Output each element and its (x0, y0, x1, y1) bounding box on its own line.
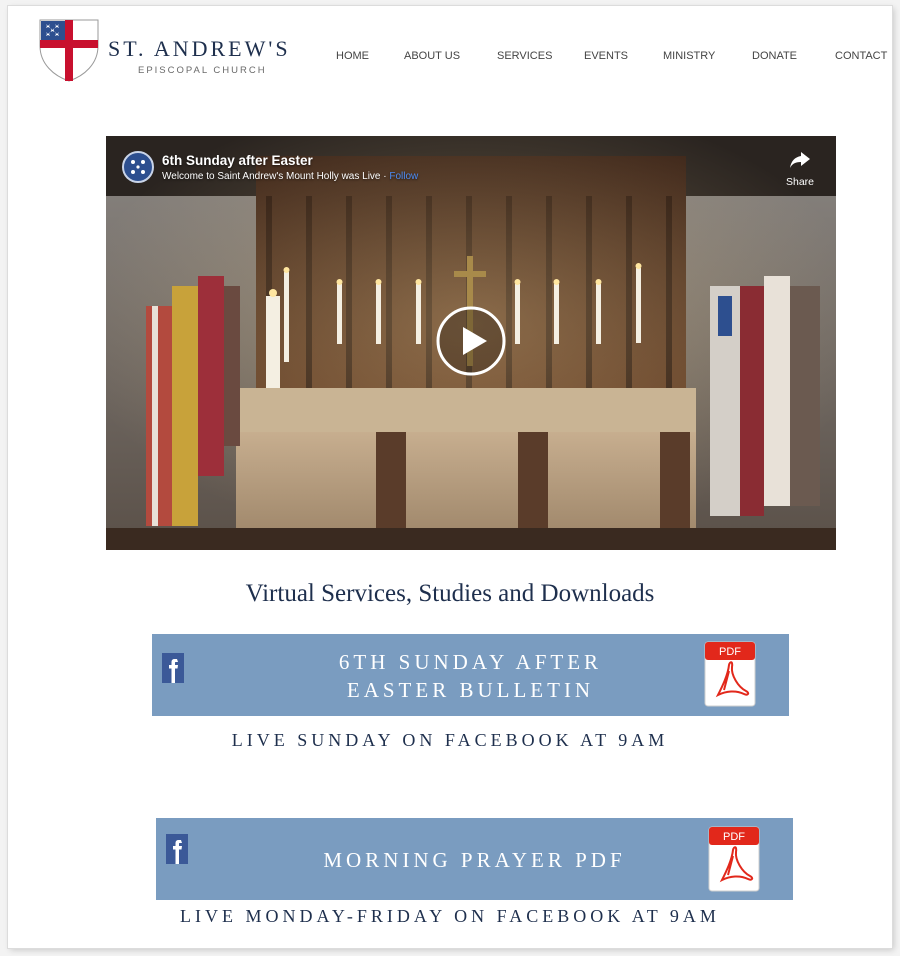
sunday-bulletin-title-line1[interactable]: 6TH SUNDAY AFTER (152, 648, 789, 676)
nav-ministry[interactable]: MINISTRY (663, 50, 715, 62)
weekday-live-caption: LIVE MONDAY-FRIDAY ON FACEBOOK AT 9AM (180, 906, 720, 926)
nav-events[interactable]: EVENTS (584, 50, 628, 62)
pdf-download-icon[interactable]: PDF (704, 641, 756, 707)
pdf-download-icon[interactable]: PDF (708, 826, 760, 892)
downloads-heading: Virtual Services, Studies and Downloads (245, 580, 655, 607)
brand-subtitle: EPISCOPAL CHURCH (138, 65, 267, 76)
play-button[interactable] (436, 306, 506, 376)
nav-services[interactable]: SERVICES (497, 50, 552, 62)
page-avatar[interactable] (122, 151, 154, 183)
video-subtitle-text: Welcome to Saint Andrew's Mount Holly wa… (162, 171, 390, 182)
facebook-video-embed[interactable]: 6th Sunday after Easter Welcome to Saint… (106, 136, 836, 550)
nav-contact[interactable]: CONTACT (835, 50, 887, 62)
nav-home[interactable]: HOME (336, 50, 369, 62)
follow-link[interactable]: Follow (389, 171, 418, 182)
video-subtitle: Welcome to Saint Andrew's Mount Holly wa… (162, 171, 418, 182)
sunday-live-caption: LIVE SUNDAY ON FACEBOOK AT 9AM (231, 730, 669, 750)
sunday-bulletin-title-line2[interactable]: EASTER BULLETIN (152, 676, 789, 704)
pdf-badge-label: PDF (723, 831, 745, 843)
play-icon (436, 306, 506, 376)
download-card-morning-prayer[interactable]: MORNING PRAYER PDF PDF (156, 818, 793, 900)
share-arrow-icon (790, 152, 810, 168)
nav-about-us[interactable]: ABOUT US (404, 50, 460, 62)
share-label: Share (785, 176, 815, 188)
video-title[interactable]: 6th Sunday after Easter (162, 153, 313, 168)
brand-name[interactable]: ST. ANDREW'S (108, 36, 291, 62)
nav-donate[interactable]: DONATE (752, 50, 797, 62)
page: ST. ANDREW'S EPISCOPAL CHURCH HOME ABOUT… (8, 6, 892, 948)
morning-prayer-title[interactable]: MORNING PRAYER PDF (156, 846, 793, 874)
pdf-badge-label: PDF (719, 646, 741, 658)
download-card-sunday-bulletin[interactable]: 6TH SUNDAY AFTER EASTER BULLETIN PDF (152, 634, 789, 716)
share-button[interactable]: Share (782, 151, 818, 188)
church-shield-logo[interactable] (38, 18, 100, 82)
